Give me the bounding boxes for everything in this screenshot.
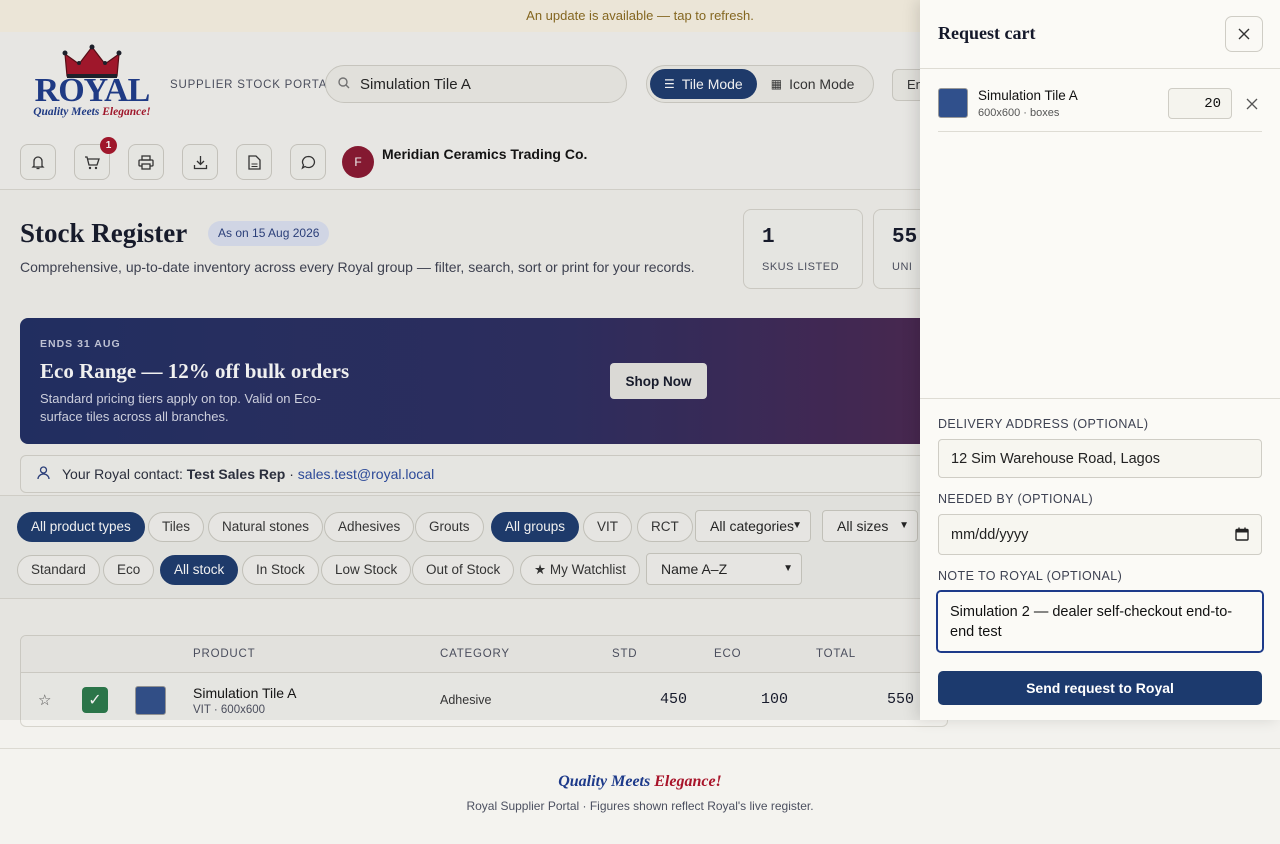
remove-item-button[interactable] [1244,96,1260,112]
cart-item: Simulation Tile A 600x600 · boxes [938,84,1262,132]
cart-item-name: Simulation Tile A [978,88,1078,103]
quantity-input[interactable] [1168,88,1232,119]
note-label: NOTE TO ROYAL (OPTIONAL) [938,569,1123,583]
close-drawer-button[interactable] [1225,16,1263,52]
send-request-button[interactable]: Send request to Royal [938,671,1262,705]
close-icon [1246,98,1258,110]
page-footer: Quality Meets Elegance! Royal Supplier P… [0,748,1280,844]
delivery-address-label: DELIVERY ADDRESS (OPTIONAL) [938,417,1149,431]
divider [920,68,1280,69]
footer-note: Royal Supplier Portal · Figures shown re… [466,799,814,813]
checkout-form: DELIVERY ADDRESS (OPTIONAL) NEEDED BY (O… [920,398,1280,720]
calendar-icon[interactable] [1235,527,1249,545]
note-textarea[interactable]: Simulation 2 — dealer self-checkout end-… [936,590,1264,653]
request-cart-drawer: Request cart Simulation Tile A 600x600 ·… [920,0,1280,720]
footer-slogan: Quality Meets Elegance! [558,773,722,790]
needed-by-date-input[interactable]: mm/dd/yyyy [938,514,1262,555]
close-icon [1238,28,1250,40]
drawer-backdrop[interactable] [0,0,920,720]
cart-item-thumbnail [938,88,968,118]
needed-by-label: NEEDED BY (OPTIONAL) [938,492,1094,506]
drawer-title: Request cart [938,23,1036,43]
delivery-address-input[interactable] [938,439,1262,478]
cart-item-meta: 600x600 · boxes [978,107,1060,119]
